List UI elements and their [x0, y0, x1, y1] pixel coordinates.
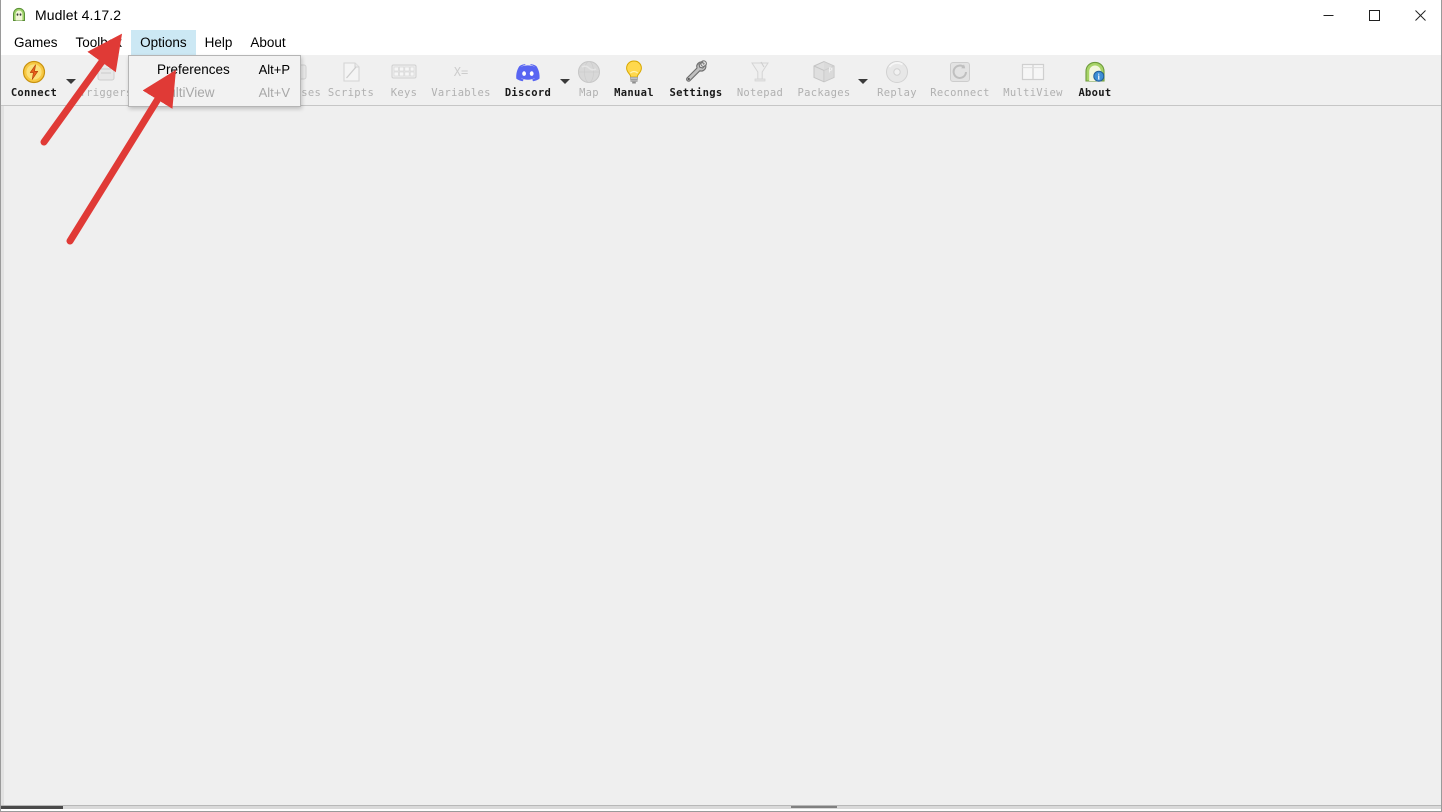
manual-bulb-icon: [623, 58, 645, 86]
toolbar-button-replay[interactable]: Replay: [869, 55, 925, 105]
toolbar-button-map[interactable]: Map: [567, 55, 611, 105]
toolbar-button-label: Map: [579, 87, 599, 99]
about-info-icon: i: [1082, 58, 1108, 86]
menu-item-games[interactable]: Games: [5, 30, 67, 55]
minimize-icon[interactable]: [1305, 0, 1351, 30]
menu-item-options[interactable]: Options: [131, 30, 196, 55]
main-content-area: [1, 106, 1441, 809]
svg-text:P: P: [828, 67, 832, 75]
toolbar-button-keys[interactable]: Keys: [381, 55, 427, 105]
notepad-icon: [748, 58, 772, 86]
menu-item-about[interactable]: About: [241, 30, 294, 55]
toolbar-button-label: MultiView: [1003, 87, 1063, 99]
toolbar-button-notepad[interactable]: Notepad: [729, 55, 791, 105]
toolbar-button-label: Variables: [431, 87, 491, 99]
menu-item-label: Toolbox: [75, 35, 123, 50]
toolbar-button-multiview[interactable]: MultiView: [997, 55, 1069, 105]
connect-dropdown-arrow-icon[interactable]: [65, 75, 77, 87]
packages-dropdown-arrow-icon[interactable]: [857, 75, 869, 87]
variables-x-icon: X=: [448, 58, 474, 86]
menu-option-multiview[interactable]: MultiView Alt+V: [129, 81, 300, 104]
toolbar-button-label: Replay: [877, 87, 917, 99]
scripts-note-icon: [339, 58, 363, 86]
menu-option-label: MultiView: [157, 85, 215, 100]
toolbar-button-manual[interactable]: Manual: [607, 55, 661, 105]
toolbar-button-label: Manual: [614, 87, 654, 99]
mudlet-logo-icon: [11, 7, 27, 23]
window-title: Mudlet 4.17.2: [35, 7, 122, 23]
multiview-panes-icon: [1020, 58, 1046, 86]
toolbar-button-label: Connect: [10, 87, 58, 99]
toolbar-button-label: Notepad: [736, 87, 784, 99]
menu-option-shortcut: Alt+P: [258, 62, 290, 77]
menu-item-label: About: [250, 35, 286, 50]
menu-option-shortcut: Alt+V: [258, 85, 290, 100]
menu-option-preferences[interactable]: Preferences Alt+P: [129, 58, 300, 81]
reconnect-power-icon: [948, 58, 972, 86]
keys-keyboard-icon: [391, 58, 417, 86]
map-globe-icon: [576, 58, 602, 86]
toolbar-button-packages[interactable]: P Packages: [791, 55, 857, 105]
menu-option-label: Preferences: [157, 62, 230, 77]
toolbar-button-reconnect[interactable]: Reconnect: [923, 55, 997, 105]
bottom-strip-marker-center: [791, 806, 837, 808]
toolbar-button-triggers[interactable]: Triggers: [77, 55, 135, 105]
menu-item-label: Help: [204, 35, 233, 50]
menu-item-label: Options: [140, 35, 187, 50]
toolbar-button-settings[interactable]: Settings: [663, 55, 729, 105]
triggers-icon: [94, 58, 118, 86]
settings-wrench-icon: [682, 58, 710, 86]
options-dropdown-menu: Preferences Alt+P MultiView Alt+V: [128, 55, 301, 107]
toolbar-button-connect[interactable]: Connect: [7, 55, 61, 105]
close-icon[interactable]: [1397, 0, 1441, 30]
left-edge-rail: [1, 106, 4, 809]
toolbar-button-label: Reconnect: [930, 87, 990, 99]
title-bar: Mudlet 4.17.2: [1, 0, 1441, 30]
toolbar-button-label: Triggers: [79, 87, 133, 99]
toolbar-button-label: Keys: [390, 87, 418, 99]
bottom-status-strip: [1, 805, 1441, 809]
toolbar-button-about[interactable]: i About: [1067, 55, 1123, 105]
connect-lightning-icon: [22, 58, 46, 86]
toolbar-button-label: Packages: [797, 87, 851, 99]
toolbar-button-scripts[interactable]: Scripts: [323, 55, 379, 105]
toolbar-button-label: Discord: [504, 87, 552, 99]
mudlet-main-window: Mudlet 4.17.2 Games Toolbox Options Help…: [0, 0, 1442, 812]
packages-box-icon: P: [811, 58, 837, 86]
menu-item-help[interactable]: Help: [196, 30, 242, 55]
bottom-strip-marker-left: [1, 806, 63, 809]
window-controls: [1305, 0, 1441, 30]
toolbar-button-discord[interactable]: Discord: [497, 55, 559, 105]
discord-icon: [514, 58, 542, 86]
toolbar-button-variables[interactable]: X= Variables: [425, 55, 497, 105]
menu-bar: Games Toolbox Options Help About: [1, 30, 1441, 55]
replay-disc-icon: [884, 58, 910, 86]
toolbar-button-label: About: [1078, 87, 1112, 99]
svg-text:X=: X=: [454, 65, 468, 79]
toolbar-button-label: Scripts: [327, 87, 375, 99]
maximize-icon[interactable]: [1351, 0, 1397, 30]
menu-item-toolbox[interactable]: Toolbox: [67, 30, 132, 55]
menu-item-label: Games: [14, 35, 58, 50]
toolbar-button-label: Settings: [669, 87, 723, 99]
